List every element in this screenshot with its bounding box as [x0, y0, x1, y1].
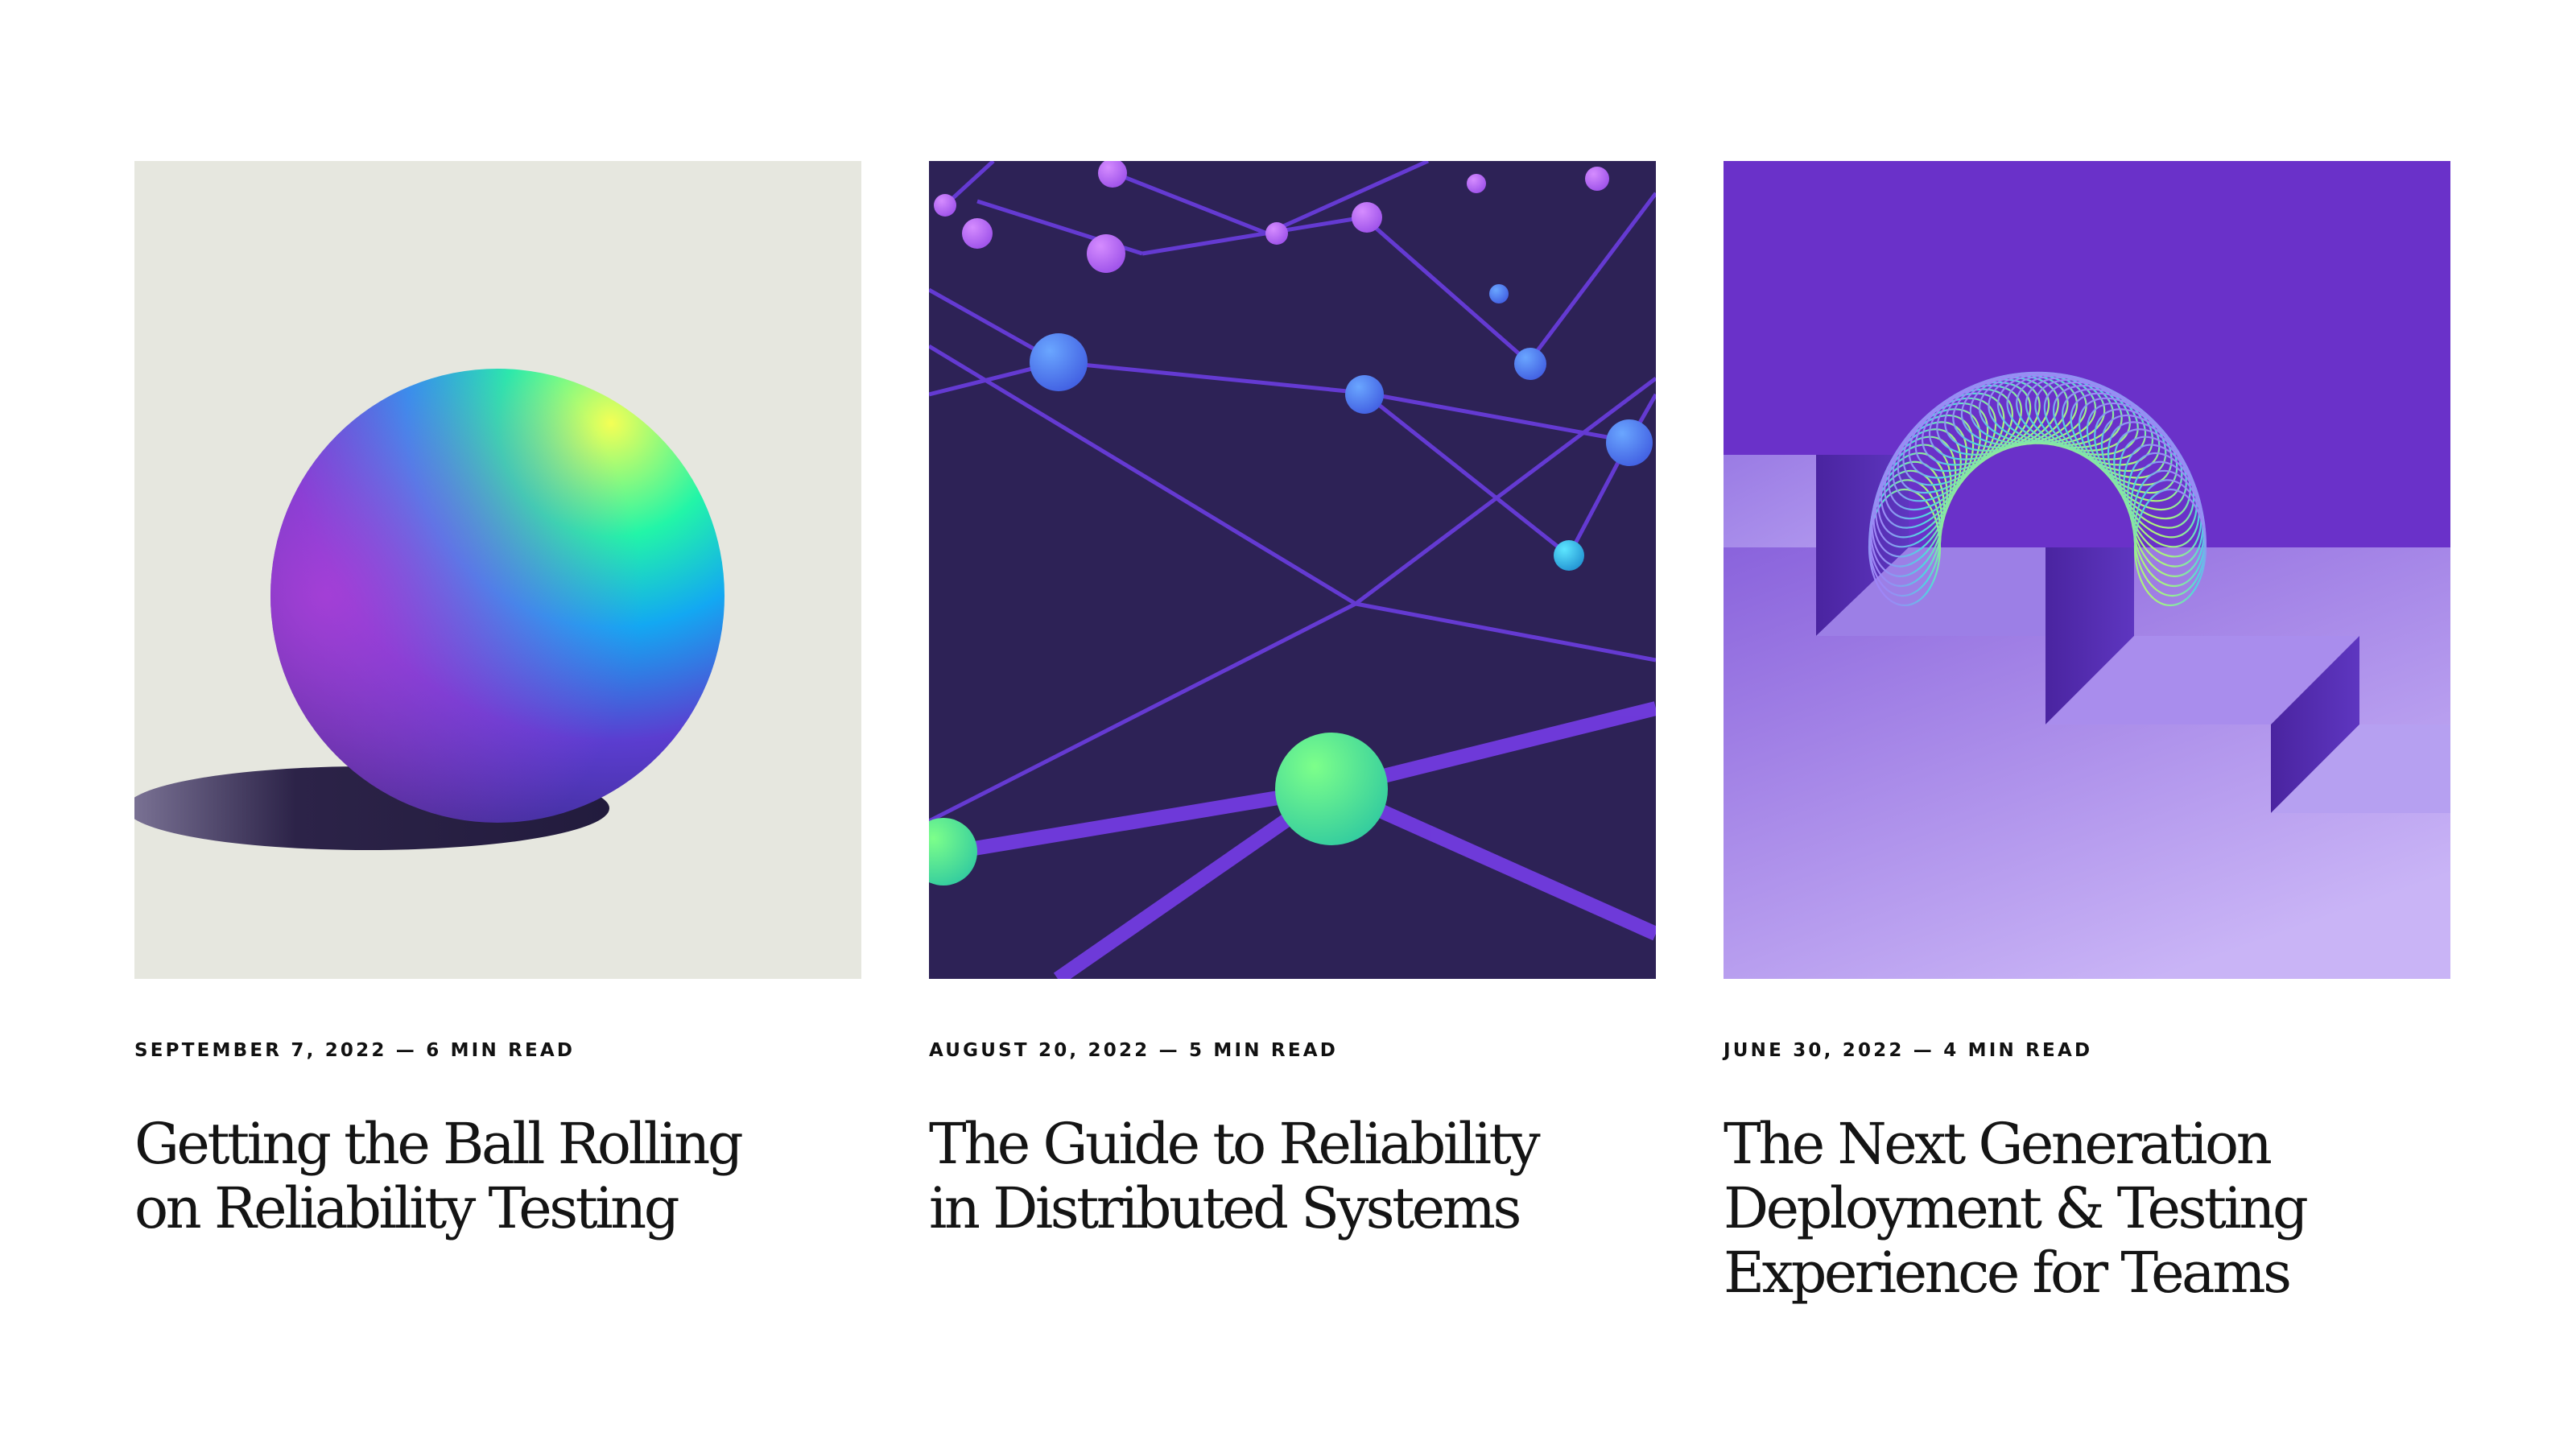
article-title[interactable]: The Guide to Reliability in Distributed …: [929, 1112, 1656, 1241]
article-card[interactable]: SEPTEMBER 7, 2022 — 6 MIN READ Getting t…: [134, 161, 861, 1241]
meta-separator: —: [1158, 1040, 1180, 1061]
gradient-sphere-illustration: [134, 161, 861, 979]
article-meta: AUGUST 20, 2022 — 5 MIN READ: [929, 1042, 1656, 1060]
read-time: 4 MIN READ: [1943, 1040, 2093, 1061]
title-line: on Reliability Testing: [134, 1175, 680, 1241]
article-card[interactable]: JUNE 30, 2022 — 4 MIN READ The Next Gene…: [1724, 161, 2450, 1305]
article-title[interactable]: The Next Generation Deployment & Testing…: [1724, 1112, 2450, 1305]
title-line: Experience for Teams: [1724, 1240, 2292, 1306]
article-date: JUNE 30, 2022: [1724, 1040, 1905, 1061]
meta-separator: —: [395, 1040, 417, 1061]
read-time: 6 MIN READ: [426, 1040, 576, 1061]
network-nodes-illustration: [929, 161, 1656, 979]
read-time: 5 MIN READ: [1189, 1040, 1339, 1061]
title-line: Deployment & Testing: [1724, 1175, 2309, 1241]
article-image-spring[interactable]: [1724, 161, 2450, 979]
article-date: AUGUST 20, 2022: [929, 1040, 1150, 1061]
title-line: Getting the Ball Rolling: [134, 1111, 744, 1177]
meta-separator: —: [1913, 1040, 1934, 1061]
article-title[interactable]: Getting the Ball Rolling on Reliability …: [134, 1112, 861, 1241]
article-meta: SEPTEMBER 7, 2022 — 6 MIN READ: [134, 1042, 861, 1060]
article-card[interactable]: AUGUST 20, 2022 — 5 MIN READ The Guide t…: [929, 161, 1656, 1241]
spring-on-stairs-illustration: [1724, 161, 2450, 979]
article-image-network[interactable]: [929, 161, 1656, 979]
title-line: in Distributed Systems: [929, 1175, 1521, 1241]
title-line: The Guide to Reliability: [929, 1111, 1541, 1177]
article-meta: JUNE 30, 2022 — 4 MIN READ: [1724, 1042, 2450, 1060]
title-line: The Next Generation: [1724, 1111, 2273, 1177]
blog-listing: SEPTEMBER 7, 2022 — 6 MIN READ Getting t…: [0, 0, 2576, 1449]
article-image-sphere[interactable]: [134, 161, 861, 979]
article-date: SEPTEMBER 7, 2022: [134, 1040, 387, 1061]
